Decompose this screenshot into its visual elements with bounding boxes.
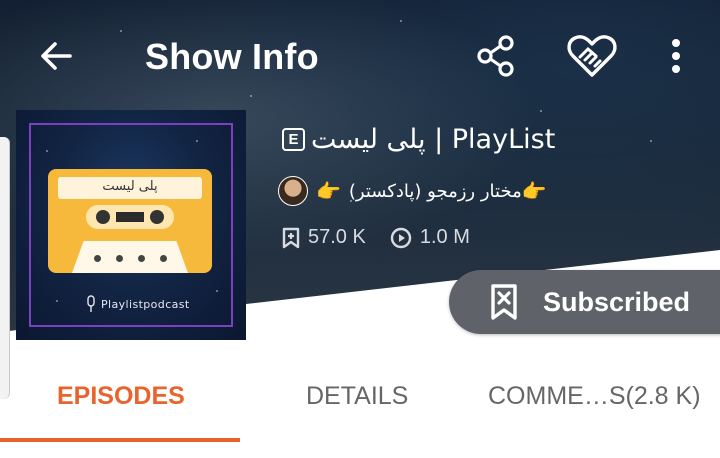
author-row[interactable]: 👉 مختار رزمجو (پادکستر) 👉 (278, 176, 547, 206)
play-count: 1.0 M (390, 226, 470, 249)
author-name[interactable]: مختار رزمجو (پادکستر) (349, 181, 522, 202)
explicit-badge: E (282, 128, 305, 151)
share-icon (477, 35, 514, 77)
show-title: پلی لیست | PlayList (311, 124, 556, 155)
author-avatar[interactable] (278, 176, 308, 206)
show-title-row: E پلی لیست | PlayList (282, 124, 555, 155)
cassette-label: پلی لیست (58, 177, 202, 199)
subscribed-button[interactable]: Subscribed (449, 270, 720, 334)
microphone-icon (87, 295, 95, 312)
back-arrow-icon (41, 42, 72, 70)
cover-label-text: پلی لیست (102, 179, 158, 194)
subscriber-count-value: 57.0 K (308, 226, 366, 248)
subscriber-count: 57.0 K (282, 226, 366, 249)
bookmark-icon (282, 227, 300, 248)
tab-episodes[interactable]: EPISODES (57, 382, 185, 411)
pointing-hand-icon: 👉 (521, 180, 547, 203)
more-vertical-icon (672, 39, 680, 73)
subscribed-label: Subscribed (543, 286, 691, 317)
top-app-bar: Show Info (0, 0, 720, 112)
cassette-icon: پلی لیست (48, 169, 212, 273)
heart-handshake-icon (567, 35, 617, 77)
more-options-button[interactable] (656, 30, 696, 82)
play-count-value: 1.0 M (419, 226, 470, 248)
show-stats: 57.0 K 1.0 M (282, 226, 470, 249)
podcast-cover-art: پلی لیست Playlistpodcast (16, 110, 246, 340)
cover-caption-text: Playlistpodcast (101, 297, 190, 311)
share-button[interactable] (470, 30, 522, 82)
cover-caption: Playlistpodcast (86, 295, 190, 313)
tab-details[interactable]: DETAILS (306, 382, 408, 411)
cassette-window (86, 205, 174, 229)
previous-card-edge (0, 137, 10, 399)
bookmark-remove-icon (489, 282, 519, 322)
play-circle-icon (390, 227, 412, 248)
cassette-base (72, 241, 188, 273)
active-tab-indicator (0, 438, 240, 442)
tab-bar: EPISODES DETAILS COMME…S(2.8 K) (0, 362, 720, 442)
back-button[interactable] (30, 32, 82, 80)
pointing-hand-icon: 👉 (316, 180, 341, 203)
support-button[interactable] (562, 30, 622, 82)
tab-comments[interactable]: COMME…S(2.8 K) (488, 382, 701, 411)
page-title: Show Info (145, 36, 319, 77)
